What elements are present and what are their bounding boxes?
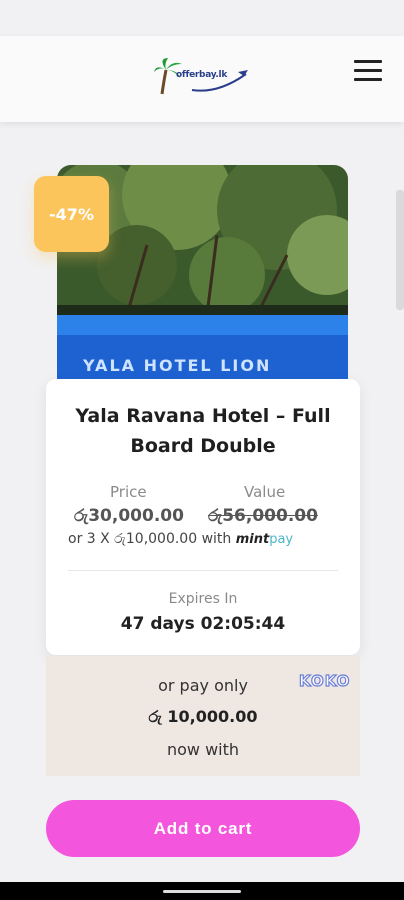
logo-text: offerbay.lk	[176, 70, 228, 80]
mintpay-logo: mintpay	[235, 532, 294, 547]
deal-card: Yala Ravana Hotel – Full Board Double Pr…	[46, 379, 360, 655]
installment-info: or 3 X රු10,000.00 with mintpay	[68, 531, 293, 547]
koko-payment-box: KOKO or pay only රු 10,000.00 now with	[46, 656, 360, 776]
pool-sign-text: YALA HOTEL LION	[82, 356, 271, 375]
app-header: offerbay.lk	[0, 36, 404, 122]
koko-line-3: now with	[166, 740, 240, 759]
value-amount: රු56,000.00	[208, 506, 318, 526]
value-label: Value	[244, 483, 286, 501]
price-label: Price	[110, 483, 147, 501]
offerbay-logo[interactable]: offerbay.lk	[152, 56, 252, 100]
installment-text: or 3 X රු10,000.00 with	[68, 531, 232, 547]
hamburger-menu-icon[interactable]	[354, 60, 382, 82]
koko-amount: රු 10,000.00	[148, 707, 258, 726]
discount-badge: -47%	[34, 176, 109, 252]
scrollbar[interactable]	[396, 190, 404, 310]
divider	[68, 570, 338, 571]
deal-title: Yala Ravana Hotel – Full Board Double	[75, 405, 331, 457]
expires-label: Expires In	[168, 591, 238, 607]
status-bar	[0, 0, 404, 36]
add-to-cart-button[interactable]: Add to cart	[46, 800, 360, 857]
countdown-timer: 47 days 02:05:44	[120, 614, 286, 634]
koko-line-1: or pay only	[158, 676, 248, 695]
price-amount: රු30,000.00	[74, 506, 184, 526]
home-gesture-bar[interactable]	[163, 890, 241, 893]
